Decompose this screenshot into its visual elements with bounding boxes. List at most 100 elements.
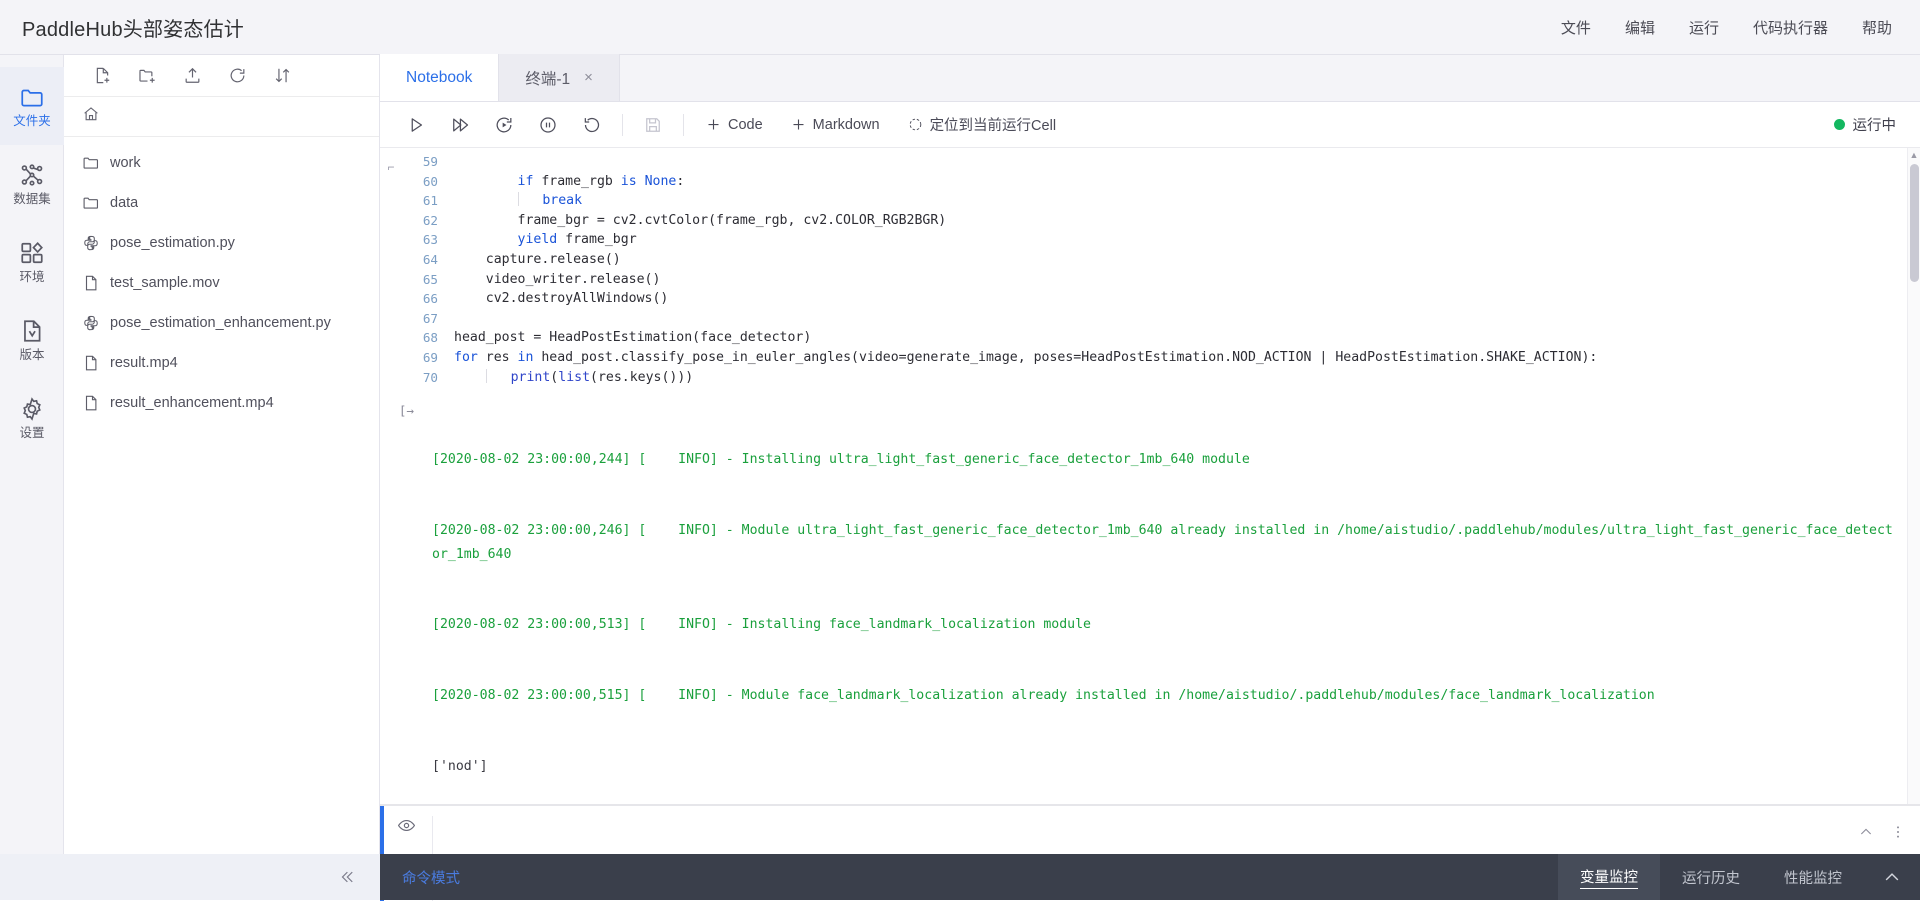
collapse-panel-button[interactable] [0,854,380,900]
sidebar-item-folder-label: 文件夹 [13,115,51,128]
line-number: 64 [402,250,454,270]
notebook-toolbar: Code Markdown 定位到当前运行Cell 运行中 [380,102,1920,148]
code-line: 60 if frame_rgb is None: [402,172,1920,192]
tab-notebook[interactable]: Notebook [380,54,499,101]
menu-item-run[interactable]: 运行 [1689,17,1719,38]
locate-running-cell-button[interactable]: 定位到当前运行Cell [894,108,1070,142]
python-icon [82,314,100,332]
cell-actions [1858,824,1906,840]
line-text: video_writer.release() [454,270,1920,290]
run-all-button[interactable] [438,108,482,142]
notebook-body: ⌐ 59 60 if frame_rgb is None: 61 break [380,148,1920,805]
list-item[interactable]: pose_estimation.py [64,223,379,263]
folder-icon [19,84,45,110]
line-text: head_post = HeadPostEstimation(face_dete… [454,328,1920,348]
sidebar-item-folder[interactable]: 文件夹 [0,67,64,145]
status-tab-variable-monitor-label: 变量监控 [1580,866,1638,889]
cell-output: [→ [2020-08-02 23:00:00,244] [ INFO] - I… [380,401,1920,805]
menu-item-code-executor[interactable]: 代码执行器 [1753,17,1828,38]
folder-icon [82,154,100,172]
scrollbar-thumb[interactable] [1910,164,1919,282]
cell-selection-bar [380,148,384,387]
file-icon [82,354,100,372]
code-line: 62 frame_bgr = cv2.cvtColor(frame_rgb, c… [402,211,1920,231]
line-text: cv2.destroyAllWindows() [454,289,1920,309]
file-name: work [110,155,141,171]
code-line: 69 for res in head_post.classify_pose_in… [402,348,1920,368]
file-name: result_enhancement.mp4 [110,395,274,411]
restart-and-run-button[interactable] [482,108,526,142]
line-number: 66 [402,289,454,309]
code-line: 61 break [402,191,1920,211]
home-breadcrumb-button[interactable] [64,97,379,137]
list-item[interactable]: pose_estimation_enhancement.py [64,303,379,343]
output-log-line: [2020-08-02 23:00:00,246] [ INFO] - Modu… [432,519,1896,566]
line-text [454,309,1920,329]
list-item[interactable]: result.mp4 [64,343,379,383]
file-icon [82,394,100,412]
new-folder-button[interactable] [125,59,170,93]
save-icon [643,115,663,135]
file-browser-panel: work data pose_estimation.py [64,55,380,900]
chevron-up-icon [1882,867,1902,887]
refresh-icon [228,66,247,85]
file-name: result.mp4 [110,355,178,371]
double-chevron-left-icon [338,868,356,886]
new-file-icon [93,66,112,85]
line-number: 65 [402,270,454,290]
code-editor[interactable]: 59 60 if frame_rgb is None: 61 break 62 [402,152,1920,387]
sidebar-item-environment[interactable]: 环境 [0,223,64,301]
status-bar-tabs: 变量监控 运行历史 性能监控 [1558,854,1920,900]
plus-icon [791,117,806,132]
python-icon [82,234,100,252]
new-file-button[interactable] [80,59,125,93]
edit-mode-indicator[interactable]: 命令模式 [402,867,460,888]
tab-terminal-1[interactable]: 终端-1 × [499,54,620,101]
sort-button[interactable] [260,59,305,93]
add-markdown-cell-button[interactable]: Markdown [777,108,894,142]
add-code-cell-button[interactable]: Code [692,108,777,142]
sidebar-item-version[interactable]: 版本 [0,301,64,379]
sidebar-item-dataset[interactable]: 数据集 [0,145,64,223]
close-icon[interactable]: × [584,70,593,85]
scroll-up-icon[interactable]: ▲ [1908,148,1920,161]
output-log-line: [2020-08-02 23:00:00,244] [ INFO] - Inst… [432,448,1896,472]
line-text: break [454,191,1920,211]
run-cell-button[interactable] [394,108,438,142]
notebook-scrollbar[interactable]: ▲ [1907,148,1920,804]
line-number: 67 [402,309,454,329]
file-icon [82,274,100,292]
kernel-status-label: 运行中 [1853,114,1897,135]
status-tab-run-history[interactable]: 运行历史 [1660,854,1762,900]
menu-item-file[interactable]: 文件 [1561,17,1591,38]
code-line: 65 video_writer.release() [402,270,1920,290]
sidebar-item-settings[interactable]: 设置 [0,379,64,457]
gear-icon [19,396,45,422]
status-tab-variable-monitor[interactable]: 变量监控 [1558,854,1660,900]
list-item[interactable]: result_enhancement.mp4 [64,383,379,423]
refresh-button[interactable] [215,59,260,93]
output-log-line: [2020-08-02 23:00:00,515] [ INFO] - Modu… [432,684,1896,708]
locate-running-cell-label: 定位到当前运行Cell [930,114,1056,135]
list-item[interactable]: data [64,183,379,223]
expand-panel-button[interactable] [1864,854,1920,900]
page-title: PaddleHub头部姿态估计 [22,13,244,42]
kernel-status[interactable]: 运行中 [1834,114,1920,135]
chevron-up-icon[interactable] [1858,824,1874,840]
menu-item-edit[interactable]: 编辑 [1625,17,1655,38]
menu-item-help[interactable]: 帮助 [1862,17,1892,38]
list-item[interactable]: test_sample.mov [64,263,379,303]
output-text: [2020-08-02 23:00:00,244] [ INFO] - Inst… [432,401,1920,805]
code-line: 70 print(list(res.keys())) [402,368,1920,388]
save-button[interactable] [631,108,675,142]
code-cell[interactable]: ⌐ 59 60 if frame_rgb is None: 61 break [380,148,1920,387]
interrupt-button[interactable] [526,108,570,142]
more-vertical-icon[interactable] [1890,824,1906,840]
status-tab-performance-monitor[interactable]: 性能监控 [1762,854,1864,900]
file-name: pose_estimation.py [110,235,235,251]
list-item[interactable]: work [64,143,379,183]
menu-bar: 文件 编辑 运行 代码执行器 帮助 [1527,17,1920,38]
output-prompt: [→ [380,401,432,805]
upload-button[interactable] [170,59,215,93]
restart-kernel-button[interactable] [570,108,614,142]
